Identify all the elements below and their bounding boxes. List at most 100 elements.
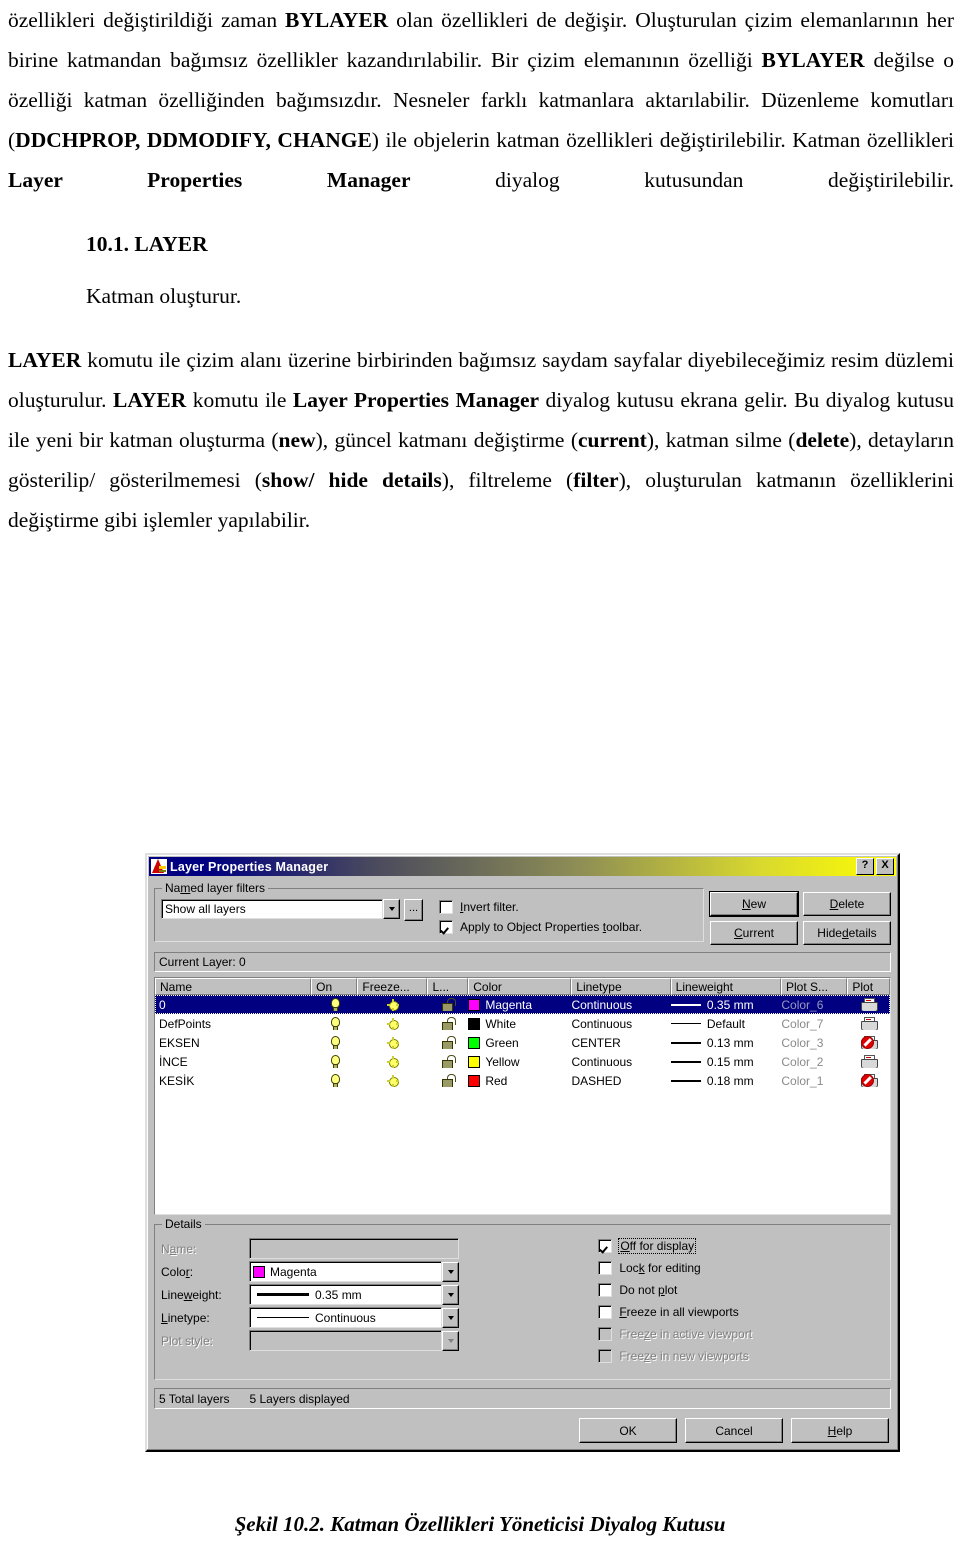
- table-row[interactable]: DefPoints White Continuous Default Color_7: [155, 1014, 890, 1033]
- printer-disabled-icon[interactable]: [861, 1074, 879, 1087]
- sun-thawed-icon[interactable]: [386, 1036, 399, 1049]
- lightbulb-icon[interactable]: [329, 998, 341, 1011]
- lineweight-preview: [670, 1003, 701, 1006]
- linetype-combobox[interactable]: Continuous: [249, 1307, 459, 1328]
- checkbox[interactable]: [598, 1305, 613, 1319]
- cell-linetype: Continuous: [571, 1055, 670, 1069]
- checkbox[interactable]: [598, 1261, 613, 1275]
- cell-lock: [428, 998, 469, 1011]
- filter-browse-button[interactable]: ...: [404, 899, 423, 921]
- padlock-open-icon[interactable]: [442, 1036, 457, 1049]
- column-header-plot[interactable]: Plot: [847, 978, 890, 995]
- dialog-body: Named layer filters Show all layers ...: [149, 876, 896, 1448]
- printer-icon[interactable]: [861, 1017, 879, 1030]
- displayed-layers-text: 5 Layers displayed: [249, 1391, 350, 1406]
- dialog-titlebar[interactable]: Layer Properties Manager ? X: [149, 857, 896, 876]
- cell-lock: [428, 1017, 469, 1030]
- column-header-freeze[interactable]: Freeze...: [357, 978, 428, 995]
- lightbulb-icon[interactable]: [329, 1055, 341, 1068]
- layer-list[interactable]: Name On Freeze... L... Color Linetype Lineweig…: [154, 977, 891, 1215]
- named-layer-filters-legend: Named layer filters: [162, 881, 269, 895]
- help-button[interactable]: Help: [791, 1418, 889, 1443]
- new-button[interactable]: New: [709, 891, 799, 917]
- printer-disabled-icon[interactable]: [861, 1036, 879, 1049]
- emphasis-text: BYLAYER: [761, 48, 865, 72]
- detail-checkbox-row-3[interactable]: Freeze in all viewports: [598, 1305, 884, 1319]
- detail-label-plotstyle: Plot style:: [161, 1333, 214, 1348]
- layer-filter-combobox[interactable]: Show all layers: [161, 899, 400, 919]
- padlock-open-icon[interactable]: [442, 998, 457, 1011]
- checkbox[interactable]: [598, 1239, 613, 1253]
- table-row[interactable]: EKSEN Green CENTER 0.13 mm Color_3: [155, 1033, 890, 1052]
- column-header-linetype[interactable]: Linetype: [571, 978, 671, 995]
- checkbox[interactable]: [598, 1283, 613, 1297]
- padlock-open-icon[interactable]: [442, 1074, 457, 1087]
- ok-button[interactable]: OK: [579, 1418, 677, 1443]
- cell-name: 0: [155, 998, 312, 1012]
- detail-control-plotstyle[interactable]: [249, 1330, 459, 1351]
- column-header-color[interactable]: Color: [468, 978, 572, 995]
- close-icon[interactable]: X: [876, 858, 894, 875]
- table-row[interactable]: İNCE Yellow Continuous 0.15 mm Color_2: [155, 1052, 890, 1071]
- color-combobox[interactable]: Magenta: [249, 1261, 459, 1282]
- detail-checkbox-row-1[interactable]: Lock for editing: [598, 1261, 884, 1275]
- column-header-name[interactable]: Name: [155, 978, 312, 995]
- titlebar-buttons: ? X: [856, 858, 894, 875]
- invert-filter-row[interactable]: Invert filter.: [439, 900, 697, 914]
- detail-control-lineweight[interactable]: 0.35 mm: [249, 1284, 459, 1305]
- sun-thawed-icon[interactable]: [386, 998, 399, 1011]
- layer-list-rows[interactable]: 0 Magenta Continuous 0.35 mm Color_6 DefPoint…: [155, 995, 890, 1214]
- lineweight-combobox[interactable]: 0.35 mm: [249, 1284, 459, 1305]
- hide-details-button[interactable]: Hide d etails: [803, 921, 891, 945]
- detail-checkbox-row-2[interactable]: Do not plot: [598, 1283, 884, 1297]
- delete-button[interactable]: Delete: [803, 892, 891, 916]
- lightbulb-icon[interactable]: [329, 1017, 341, 1030]
- column-header-plot-s[interactable]: Plot S...: [780, 978, 848, 995]
- detail-control-name[interactable]: [249, 1238, 459, 1259]
- detail-row-color: Color: Magenta: [161, 1260, 580, 1283]
- sun-thawed-icon[interactable]: [386, 1055, 399, 1068]
- column-header-on[interactable]: On: [311, 978, 358, 995]
- chevron-down-icon[interactable]: [442, 1330, 459, 1351]
- cell-plotstyle: Color_2: [781, 1055, 847, 1069]
- emphasis-text: current: [577, 428, 647, 452]
- table-row[interactable]: 0 Magenta Continuous 0.35 mm Color_6: [155, 995, 890, 1014]
- detail-checkbox-row-0[interactable]: Off for display: [598, 1238, 884, 1254]
- cell-on: [312, 1074, 358, 1087]
- sun-thawed-icon[interactable]: [386, 1017, 399, 1030]
- printer-icon[interactable]: [861, 998, 879, 1011]
- chevron-down-icon[interactable]: [442, 1284, 459, 1305]
- current-button[interactable]: Current: [710, 921, 798, 945]
- chevron-down-icon[interactable]: [442, 1307, 459, 1328]
- cell-linetype: DASHED: [571, 1074, 670, 1088]
- apply-to-toolbar-checkbox[interactable]: [439, 920, 453, 934]
- cancel-button[interactable]: Cancel: [685, 1418, 783, 1443]
- detail-row-lineweight: Lineweight: 0.35 mm: [161, 1283, 580, 1306]
- padlock-open-icon[interactable]: [442, 1017, 457, 1030]
- lightbulb-icon[interactable]: [329, 1074, 341, 1087]
- total-layers-text: 5 Total layers: [159, 1391, 230, 1406]
- layer-properties-manager-dialog: Layer Properties Manager ? X Named layer…: [145, 853, 900, 1452]
- printer-icon[interactable]: [861, 1055, 879, 1068]
- padlock-open-icon[interactable]: [442, 1055, 457, 1068]
- layer-list-header[interactable]: Name On Freeze... L... Color Linetype Lineweig…: [155, 978, 890, 995]
- detail-control-color[interactable]: Magenta: [249, 1261, 459, 1282]
- name-field[interactable]: [249, 1238, 459, 1259]
- emphasis-text: show/ hide details: [261, 468, 442, 492]
- column-header-l[interactable]: L...: [427, 978, 469, 995]
- detail-row-plotstyle: Plot style:: [161, 1329, 580, 1352]
- detail-control-linetype[interactable]: Continuous: [249, 1307, 459, 1328]
- apply-to-toolbar-row[interactable]: Apply to Object Properties toolbar.: [439, 920, 697, 934]
- table-row[interactable]: KESİK Red DASHED 0.18 mm Color_1: [155, 1071, 890, 1090]
- figure-caption: Şekil 10.2. Katman Özellikleri Yöneticis…: [234, 1512, 726, 1536]
- figure-dialog-screenshot: Layer Properties Manager ? X Named layer…: [145, 853, 900, 1452]
- lightbulb-icon[interactable]: [329, 1036, 341, 1049]
- invert-filter-checkbox[interactable]: [439, 900, 453, 914]
- chevron-down-icon[interactable]: [383, 899, 400, 919]
- plotstyle-combobox[interactable]: [249, 1330, 459, 1351]
- sun-thawed-icon[interactable]: [386, 1074, 399, 1087]
- chevron-down-icon[interactable]: [442, 1261, 459, 1282]
- help-icon[interactable]: ?: [856, 858, 874, 875]
- column-header-lineweight[interactable]: Lineweight: [670, 978, 781, 995]
- button-row-1: New Delete: [709, 891, 891, 917]
